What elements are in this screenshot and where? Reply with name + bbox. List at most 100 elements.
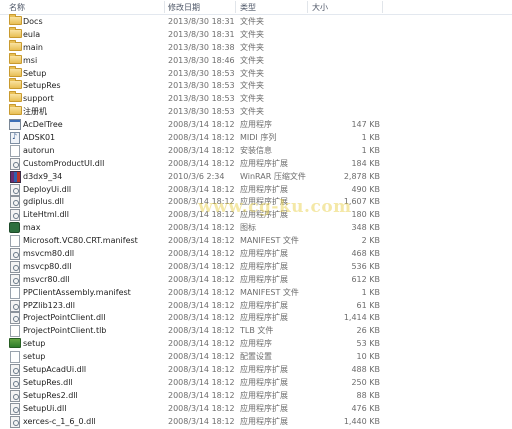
- file-type: 文件夹: [240, 42, 264, 52]
- file-row[interactable]: SetupRes.dll 2008/3/14 18:12 应用程序扩展 250 KB: [0, 376, 512, 390]
- file-size: 250 KB: [351, 377, 380, 387]
- file-name: ProjectPointClient.tlb: [23, 326, 107, 336]
- file-row[interactable]: ProjectPointClient.tlb 2008/3/14 18:12 TLB…: [0, 325, 512, 338]
- file-row[interactable]: LiteHtml.dll 2008/3/14 18:12 应用程序扩展 180 KB: [0, 209, 512, 222]
- file-name: SetupAcadUi.dll: [23, 365, 87, 375]
- file-row[interactable]: PPClientAssembly.manifest 2008/3/14 18:12…: [0, 286, 512, 300]
- column-divider[interactable]: [382, 1, 383, 13]
- file-list: Docs 2013/8/30 18:31 文件夹 eula 2013/8/30 18:3…: [0, 14, 512, 429]
- file-date-modified: 2010/3/6 2:34: [168, 171, 225, 181]
- file-size: 26 KB: [356, 326, 380, 336]
- column-divider[interactable]: [307, 1, 308, 13]
- folder-icon: [9, 14, 22, 25]
- file-row[interactable]: ADSK01 2008/3/14 18:12 MIDI 序列 1 KB: [0, 131, 512, 145]
- file-type: 应用程序扩展: [240, 249, 288, 259]
- file-row[interactable]: msi 2013/8/30 18:46 文件夹: [0, 52, 512, 68]
- file-name: Microsoft.VC80.CRT.manifest: [23, 236, 138, 246]
- column-header-size[interactable]: 大小: [312, 2, 328, 13]
- file-size: 61 KB: [356, 300, 380, 310]
- dll-icon: [10, 376, 20, 389]
- file-type: 应用程序扩展: [240, 300, 288, 310]
- file-date-modified: 2013/8/30 18:53: [168, 94, 235, 104]
- column-divider[interactable]: [235, 1, 236, 13]
- file-row[interactable]: AcDelTree 2008/3/14 18:12 应用程序 147 KB: [0, 119, 512, 132]
- file-date-modified: 2008/3/14 18:12: [168, 352, 235, 362]
- file-row[interactable]: max 2008/3/14 18:12 图标 348 KB: [0, 222, 512, 235]
- file-type: 应用程序扩展: [240, 210, 288, 220]
- file-row[interactable]: support 2013/8/30 18:53 文件夹: [0, 91, 512, 106]
- ico-icon: [9, 222, 20, 234]
- file-size: 53 KB: [356, 339, 380, 349]
- file-name: eula: [23, 29, 41, 39]
- column-header-name[interactable]: 名称: [9, 2, 25, 13]
- file-row[interactable]: SetupAcadUi.dll 2008/3/14 18:12 应用程序扩展 488 …: [0, 364, 512, 377]
- file-type: 应用程序扩展: [240, 158, 288, 168]
- file-date-modified: 2008/3/14 18:12: [168, 158, 235, 168]
- file-type: 配置设置: [240, 352, 272, 362]
- file-row[interactable]: SetupRes2.dll 2008/3/14 18:12 应用程序扩展 88 KB: [0, 389, 512, 403]
- file-name: setup: [23, 352, 46, 362]
- file-row[interactable]: Setup 2013/8/30 18:53 文件夹: [0, 65, 512, 81]
- file-name: CustomProductUI.dll: [23, 158, 105, 168]
- file-name: d3dx9_34: [23, 171, 63, 181]
- file-name: max: [23, 223, 41, 233]
- file-icon: [10, 351, 20, 364]
- file-date-modified: 2013/8/30 18:46: [168, 55, 235, 65]
- file-name: Setup: [23, 68, 47, 78]
- file-type: 应用程序扩展: [240, 403, 288, 413]
- file-row[interactable]: Microsoft.VC80.CRT.manifest 2008/3/14 18:…: [0, 235, 512, 248]
- file-row[interactable]: DeployUi.dll 2008/3/14 18:12 应用程序扩展 490 KB: [0, 183, 512, 197]
- file-type: 应用程序扩展: [240, 274, 288, 284]
- file-row[interactable]: eula 2013/8/30 18:31 文件夹: [0, 26, 512, 42]
- file-row[interactable]: SetupRes 2013/8/30 18:53 文件夹: [0, 78, 512, 93]
- file-icon: [10, 325, 20, 338]
- column-divider[interactable]: [164, 1, 165, 13]
- column-header-type[interactable]: 类型: [240, 2, 256, 13]
- file-size: 490 KB: [351, 184, 380, 194]
- column-header-date[interactable]: 修改日期: [168, 2, 200, 13]
- file-type: TLB 文件: [240, 326, 274, 336]
- file-name: setup: [23, 339, 46, 349]
- file-date-modified: 2013/8/30 18:53: [168, 107, 235, 117]
- file-date-modified: 2008/3/14 18:12: [168, 197, 235, 207]
- file-type: 应用程序扩展: [240, 184, 288, 194]
- file-row[interactable]: Docs 2013/8/30 18:31 文件夹: [0, 14, 512, 29]
- folder-icon: [9, 91, 22, 103]
- folder-icon: [9, 78, 22, 90]
- file-date-modified: 2008/3/14 18:12: [168, 390, 235, 400]
- app-icon: [9, 119, 21, 131]
- file-row[interactable]: setup 2008/3/14 18:12 配置设置 10 KB: [0, 351, 512, 364]
- file-row[interactable]: ProjectPointClient.dll 2008/3/14 18:12 应用程…: [0, 312, 512, 325]
- file-name: SetupRes2.dll: [23, 390, 78, 400]
- file-row[interactable]: PPZlib123.dll 2008/3/14 18:12 应用程序扩展 61 KB: [0, 299, 512, 313]
- file-row[interactable]: msvcp80.dll 2008/3/14 18:12 应用程序扩展 536 KB: [0, 260, 512, 274]
- file-type: 文件夹: [240, 29, 264, 39]
- folder-icon: [9, 52, 22, 64]
- file-date-modified: 2013/8/30 18:31: [168, 29, 235, 39]
- file-name: PPZlib123.dll: [23, 300, 75, 310]
- file-type: 安装信息: [240, 145, 272, 155]
- file-row[interactable]: gdiplus.dll 2008/3/14 18:12 应用程序扩展 1,607 KB: [0, 196, 512, 209]
- file-row[interactable]: d3dx9_34 2010/3/6 2:34 WinRAR 压缩文件 2,878 KB: [0, 170, 512, 184]
- file-row[interactable]: msvcr80.dll 2008/3/14 18:12 应用程序扩展 612 KB: [0, 273, 512, 287]
- file-row[interactable]: CustomProductUI.dll 2008/3/14 18:12 应用程序扩展…: [0, 157, 512, 171]
- file-type: 应用程序扩展: [240, 365, 288, 375]
- file-row[interactable]: msvcm80.dll 2008/3/14 18:12 应用程序扩展 468 KB: [0, 248, 512, 261]
- file-size: 1 KB: [361, 145, 380, 155]
- file-row[interactable]: main 2013/8/30 18:38 文件夹: [0, 39, 512, 55]
- file-size: 476 KB: [351, 403, 380, 413]
- file-size: 88 KB: [356, 390, 380, 400]
- file-name: support: [23, 94, 54, 104]
- file-name: PPClientAssembly.manifest: [23, 287, 131, 297]
- file-row[interactable]: autorun 2008/3/14 18:12 安装信息 1 KB: [0, 144, 512, 158]
- file-size: 1,414 KB: [343, 313, 380, 323]
- file-size: 1 KB: [361, 287, 380, 297]
- file-date-modified: 2008/3/14 18:12: [168, 326, 235, 336]
- file-size: 536 KB: [351, 261, 380, 271]
- file-type: 应用程序扩展: [240, 197, 288, 207]
- file-row[interactable]: setup 2008/3/14 18:12 应用程序 53 KB: [0, 338, 512, 351]
- file-row[interactable]: 注册机 2013/8/30 18:53 文件夹: [0, 104, 512, 119]
- file-date-modified: 2013/8/30 18:53: [168, 68, 235, 78]
- file-row[interactable]: SetupUi.dll 2008/3/14 18:12 应用程序扩展 476 KB: [0, 402, 512, 416]
- folder-icon: [9, 104, 22, 116]
